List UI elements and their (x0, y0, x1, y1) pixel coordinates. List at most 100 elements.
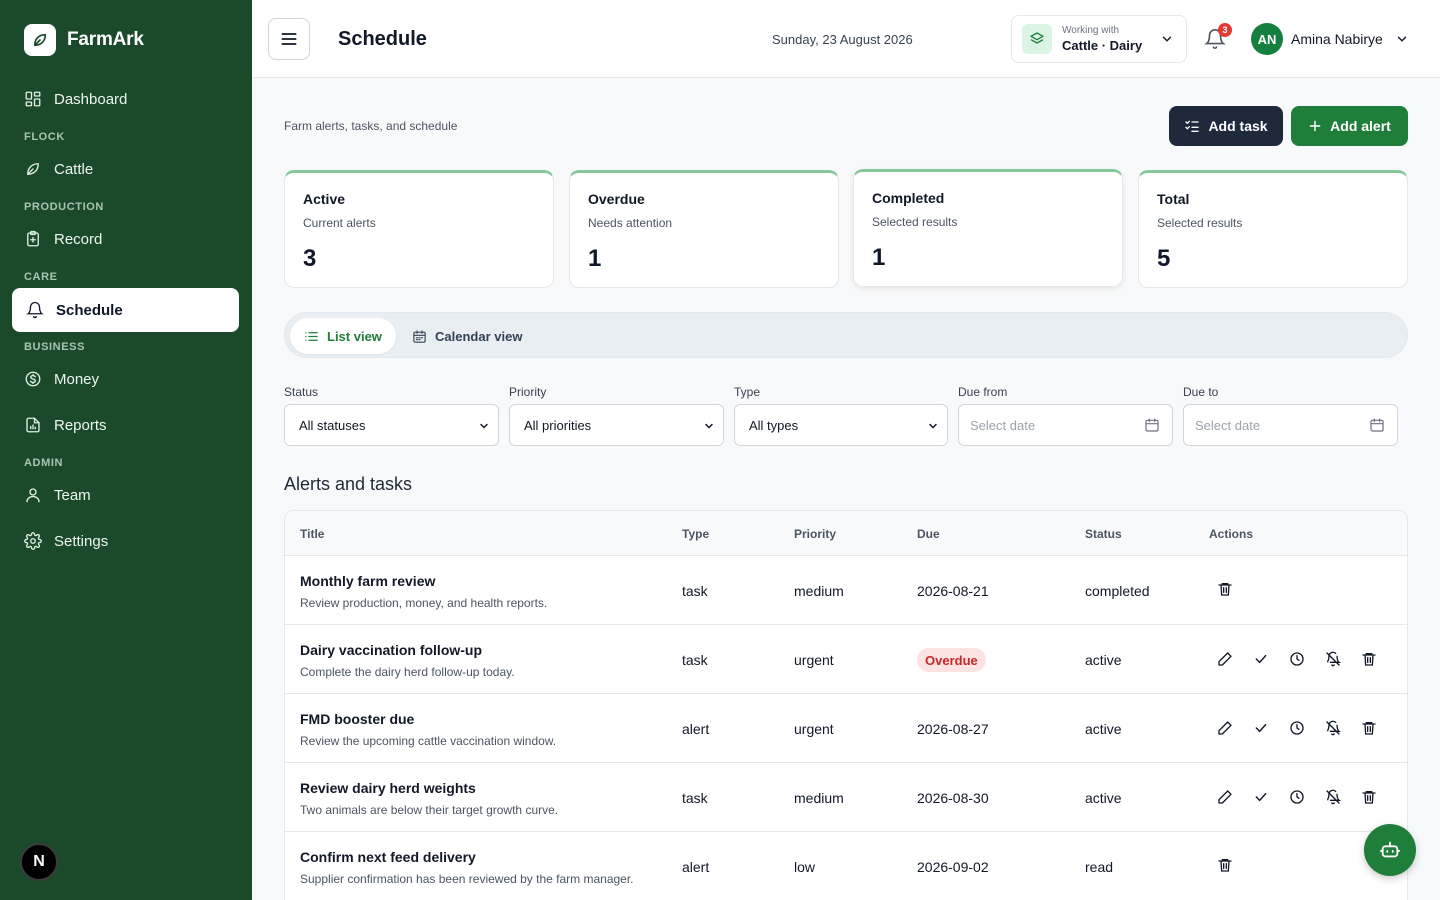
table-row[interactable]: Monthly farm review Review production, m… (285, 556, 1407, 625)
delete-button[interactable] (1360, 788, 1378, 806)
stat-card-active[interactable]: Active Current alerts 3 (284, 170, 554, 288)
avatar[interactable]: AN (1251, 23, 1283, 55)
chevron-down-icon (480, 423, 488, 429)
complete-button[interactable] (1252, 788, 1270, 806)
column-header[interactable]: Title (300, 527, 324, 541)
edit-button[interactable] (1216, 788, 1234, 806)
row-description: Two animals are below their target growt… (300, 803, 559, 817)
sidebar-item-reports[interactable]: Reports (12, 403, 239, 447)
context-switcher[interactable]: Working with Cattle · Dairy (1011, 15, 1187, 63)
snooze-button[interactable] (1288, 719, 1306, 737)
stat-card-completed[interactable]: Completed Selected results 1 (853, 169, 1123, 287)
sidebar-item-money[interactable]: Money (12, 357, 239, 401)
row-priority: urgent (794, 721, 834, 737)
add-alert-label: Add alert (1330, 118, 1391, 134)
sidebar-item-cattle[interactable]: Cattle (12, 147, 239, 191)
brand[interactable]: FarmArk (24, 24, 144, 56)
header-date: Sunday, 23 August 2026 (772, 32, 913, 47)
stat-subtitle: Selected results (1157, 216, 1243, 230)
tab-label: List view (327, 328, 382, 344)
add-task-label: Add task (1208, 118, 1268, 134)
due-to-field[interactable]: Select date (1183, 404, 1398, 446)
user-icon (26, 488, 40, 503)
row-description: Supplier confirmation has been reviewed … (300, 872, 634, 886)
delete-button[interactable] (1216, 856, 1234, 874)
plus-icon (1309, 120, 1321, 132)
grid-icon (25, 91, 41, 107)
table-row[interactable]: Review dairy herd weights Two animals ar… (285, 763, 1407, 832)
sidebar-item-label: Money (54, 370, 100, 388)
chevron-down-icon[interactable] (1395, 32, 1409, 46)
stat-title: Completed (872, 190, 945, 206)
complete-button[interactable] (1252, 650, 1270, 668)
stat-value: 1 (588, 245, 602, 272)
delete-button[interactable] (1360, 650, 1378, 668)
dismiss-button[interactable] (1324, 788, 1342, 806)
sidebar-item-team[interactable]: Team (12, 473, 239, 517)
table-row[interactable]: FMD booster due Review the upcoming catt… (285, 694, 1407, 763)
column-header[interactable]: Type (682, 527, 709, 541)
stat-subtitle: Selected results (872, 215, 958, 229)
sidebar-item-label: Team (54, 486, 91, 504)
table-row[interactable]: Dairy vaccination follow-up Complete the… (285, 625, 1407, 694)
check-icon (1255, 723, 1267, 733)
row-due: 2026-08-27 (917, 721, 989, 737)
status-select[interactable]: All statuses (284, 404, 499, 446)
page-subtitle: Farm alerts, tasks, and schedule (284, 119, 458, 133)
snooze-button[interactable] (1288, 650, 1306, 668)
delete-button[interactable] (1216, 580, 1234, 598)
due-from-field[interactable]: Select date (958, 404, 1173, 446)
dismiss-button[interactable] (1324, 650, 1342, 668)
snooze-button[interactable] (1288, 788, 1306, 806)
hamburger-icon (281, 33, 297, 45)
sidebar-section-business: BUSINESS (24, 341, 86, 353)
assistant-fab-button[interactable] (1364, 824, 1416, 876)
menu-toggle-button[interactable] (268, 18, 310, 60)
filter-label-due-to: Due to (1183, 385, 1219, 399)
add-task-button[interactable]: Add task (1169, 106, 1283, 146)
sidebar-section-flock: FLOCK (24, 131, 65, 143)
dev-badge[interactable]: N (20, 843, 58, 881)
edit-button[interactable] (1216, 650, 1234, 668)
chevron-down-icon (705, 423, 713, 429)
list-check-icon (1185, 120, 1200, 132)
tab-calendar-view[interactable]: Calendar view (398, 318, 536, 354)
sidebar-item-settings[interactable]: Settings (12, 519, 239, 563)
add-alert-button[interactable]: Add alert (1291, 106, 1408, 146)
sidebar-item-dashboard[interactable]: Dashboard (12, 77, 239, 121)
table-row[interactable]: Confirm next feed delivery Supplier conf… (285, 832, 1407, 900)
stat-card-total[interactable]: Total Selected results 5 (1138, 170, 1408, 288)
sidebar-item-label: Settings (54, 532, 109, 550)
bell-off-icon (1326, 720, 1341, 736)
column-header[interactable]: Priority (794, 527, 836, 541)
tab-list-view[interactable]: List view (290, 318, 396, 354)
user-name[interactable]: Amina Nabirye (1291, 31, 1383, 47)
column-header[interactable]: Status (1085, 527, 1122, 541)
complete-button[interactable] (1252, 719, 1270, 737)
calendar-icon (413, 329, 426, 343)
calendar-icon (1145, 418, 1159, 432)
row-title: Monthly farm review (300, 573, 436, 589)
row-due: 2026-09-02 (917, 859, 989, 875)
stat-card-overdue[interactable]: Overdue Needs attention 1 (569, 170, 839, 288)
sidebar-section-care: CARE (24, 271, 58, 283)
select-value: All types (749, 417, 799, 433)
view-switcher: List view Calendar view (284, 312, 1408, 358)
trash-icon (1362, 653, 1376, 666)
context-caption: Working with (1062, 25, 1120, 36)
sidebar-item-schedule[interactable]: Schedule (12, 288, 239, 332)
bell-off-icon (1326, 651, 1341, 667)
context-value: Cattle · Dairy (1062, 38, 1143, 53)
sidebar-item-record[interactable]: Record (12, 217, 239, 261)
column-header[interactable]: Due (917, 527, 940, 541)
stat-title: Total (1157, 191, 1190, 207)
row-type: alert (682, 859, 710, 875)
dismiss-button[interactable] (1324, 719, 1342, 737)
delete-button[interactable] (1360, 719, 1378, 737)
stat-title: Overdue (588, 191, 645, 207)
stat-subtitle: Needs attention (588, 216, 673, 230)
type-select[interactable]: All types (734, 404, 948, 446)
filter-label-due-from: Due from (958, 385, 1008, 399)
priority-select[interactable]: All priorities (509, 404, 724, 446)
edit-button[interactable] (1216, 719, 1234, 737)
